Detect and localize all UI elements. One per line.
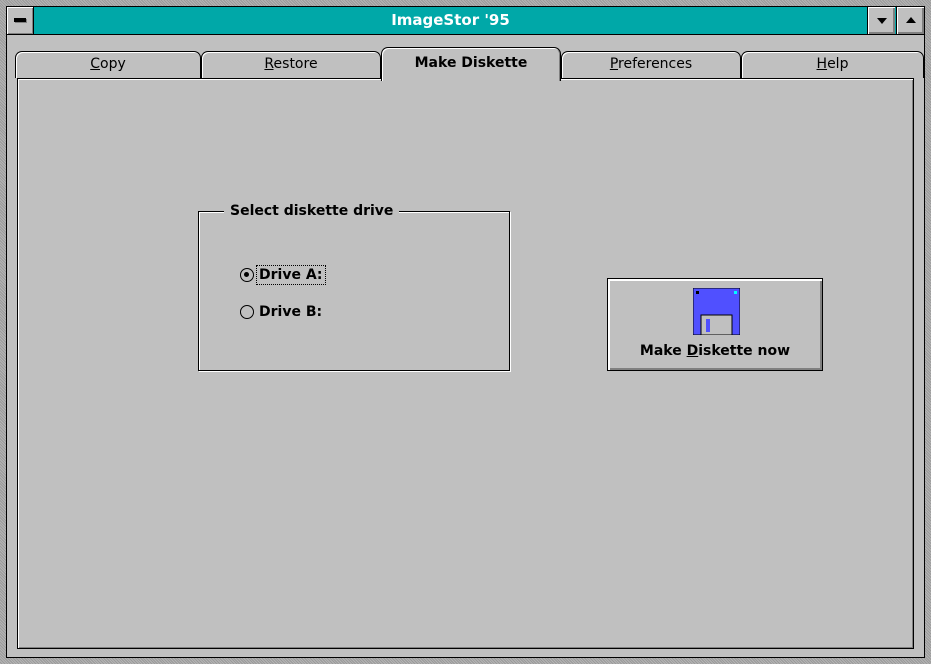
make-diskette-now-label: Make Diskette now	[608, 343, 822, 359]
tab-preferences[interactable]: Preferences	[561, 51, 741, 78]
make-diskette-now-button[interactable]: Make Diskette now	[607, 278, 823, 371]
tab-restore-label-post: estore	[273, 56, 318, 72]
groupbox-border	[198, 211, 510, 371]
make-button-mnemonic: D	[686, 343, 699, 359]
tab-help[interactable]: Help	[741, 51, 924, 78]
tab-preferences-mnemonic: P	[609, 56, 619, 72]
tab-help-mnemonic: H	[816, 56, 828, 72]
radio-drive-b-label: Drive B:	[259, 304, 323, 320]
minimize-arrow-icon	[877, 18, 887, 24]
radio-drive-b[interactable]: Drive B:	[240, 301, 324, 323]
window-title: ImageStor '95	[391, 11, 510, 29]
system-menu-bar	[14, 18, 26, 22]
tab-copy-label-post: opy	[100, 56, 126, 72]
maximize-button[interactable]	[896, 7, 924, 34]
tab-copy[interactable]: Copy	[15, 51, 201, 78]
maximize-arrow-icon	[906, 17, 916, 23]
system-menu-icon[interactable]	[7, 7, 34, 34]
radio-drive-a[interactable]: Drive A:	[240, 264, 326, 286]
tab-copy-mnemonic: C	[90, 56, 101, 72]
radio-button-unchecked-icon[interactable]	[240, 305, 254, 319]
floppy-disk-icon	[693, 288, 740, 335]
tab-help-label-post: elp	[827, 56, 849, 72]
drive-groupbox: Select diskette drive Drive A: Drive B:	[198, 202, 510, 371]
minimize-button[interactable]	[867, 7, 895, 34]
groupbox-legend: Select diskette drive	[224, 202, 400, 220]
make-button-label-pre: Make	[639, 343, 687, 359]
tab-restore[interactable]: Restore	[201, 51, 381, 78]
tab-make-diskette[interactable]: Make Diskette	[381, 47, 561, 81]
radio-drive-a-label: Drive A:	[256, 265, 326, 285]
tab-restore-mnemonic: R	[264, 56, 274, 72]
tab-strip: Copy Restore Make Diskette Preferences H…	[15, 47, 924, 81]
make-button-label-post: iskette now	[698, 343, 791, 359]
radio-button-checked-icon[interactable]	[240, 268, 254, 282]
tab-make-diskette-label: Make Diskette	[414, 55, 528, 71]
title-bar[interactable]: ImageStor '95	[7, 7, 924, 35]
tab-preferences-label-post: references	[618, 56, 693, 72]
